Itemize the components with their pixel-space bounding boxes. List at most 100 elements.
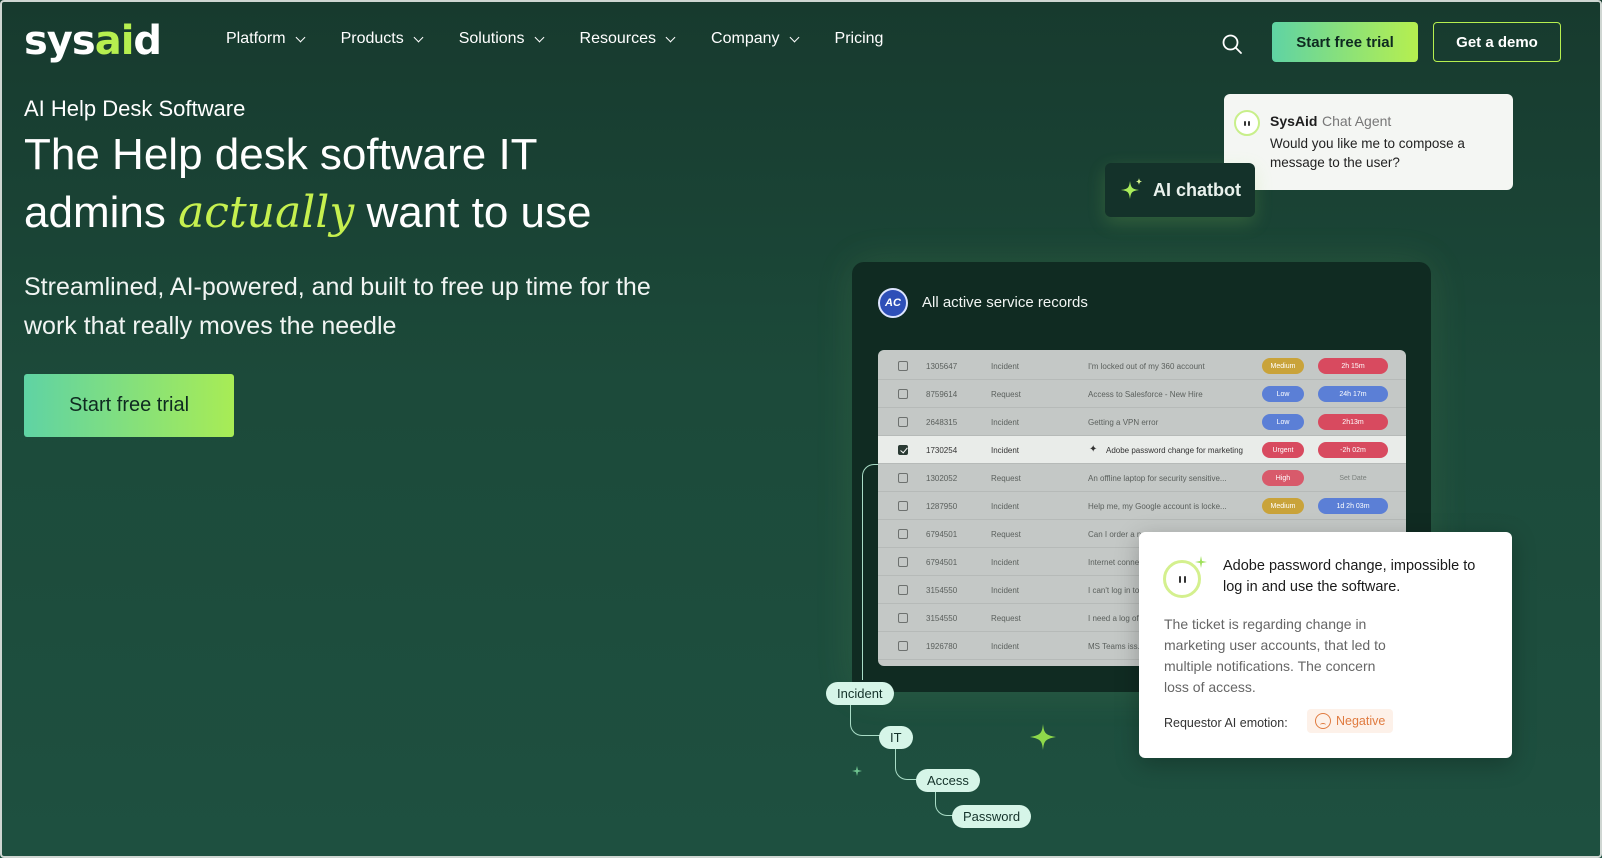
search-icon[interactable] bbox=[1221, 33, 1243, 55]
priority-badge: Low bbox=[1262, 386, 1304, 402]
sla-badge: 1d 2h 03m bbox=[1318, 498, 1388, 514]
menu-label: Resources bbox=[579, 30, 657, 47]
sad-face-icon bbox=[1315, 713, 1331, 729]
start-free-trial-nav-button[interactable]: Start free trial bbox=[1272, 22, 1418, 62]
menu-label: Pricing bbox=[834, 30, 884, 47]
row-id: 8759614 bbox=[926, 390, 958, 399]
row-type: Request bbox=[991, 474, 1021, 483]
row-checkbox[interactable] bbox=[898, 557, 908, 567]
emotion-label: Requestor AI emotion: bbox=[1164, 716, 1288, 730]
row-id: 6794501 bbox=[926, 530, 958, 539]
row-checkbox[interactable] bbox=[898, 641, 908, 651]
main-menu: Platform Products Solutions Resources Co… bbox=[226, 30, 920, 48]
row-id: 1305647 bbox=[926, 362, 958, 371]
ai-chatbot-chip: AI chatbot bbox=[1105, 163, 1255, 217]
emotion-value: Negative bbox=[1336, 714, 1386, 728]
headline-pre: admins bbox=[24, 188, 179, 237]
get-demo-button[interactable]: Get a demo bbox=[1433, 22, 1561, 62]
row-id: 3154550 bbox=[926, 586, 958, 595]
chat-agent-role: Chat Agent bbox=[1322, 113, 1392, 129]
row-checkbox[interactable] bbox=[898, 529, 908, 539]
tag-access[interactable]: Access bbox=[916, 769, 980, 792]
chat-message: Would you like me to compose a message t… bbox=[1270, 136, 1465, 170]
row-subject: I'm locked out of my 360 account bbox=[1088, 362, 1205, 371]
priority-badge: Urgent bbox=[1262, 442, 1304, 458]
row-type: Incident bbox=[991, 502, 1020, 511]
table-row[interactable]: 2648315 Incident Getting a VPN error Low 2h1… bbox=[878, 408, 1406, 436]
row-id: 1287950 bbox=[926, 502, 958, 511]
row-type: Incident bbox=[991, 642, 1020, 651]
row-subject: Adobe password change for marketing bbox=[1106, 446, 1243, 455]
menu-pricing[interactable]: Pricing bbox=[835, 30, 884, 48]
row-checkbox[interactable] bbox=[898, 445, 908, 455]
chevron-down-icon bbox=[295, 32, 306, 42]
headline-line2: admins actually want to use bbox=[24, 184, 724, 242]
bot-avatar bbox=[1234, 110, 1260, 136]
ticket-insight-card: Adobe password change, impossible to log… bbox=[1139, 532, 1512, 758]
priority-badge: Medium bbox=[1262, 498, 1304, 514]
row-id: 2648315 bbox=[926, 418, 958, 427]
tag-it[interactable]: IT bbox=[879, 726, 913, 749]
sparkle-icon bbox=[1030, 724, 1056, 750]
tree-connector bbox=[862, 464, 878, 680]
menu-label: Solutions bbox=[458, 30, 525, 47]
row-subject: Getting a VPN error bbox=[1088, 418, 1159, 427]
row-type: Request bbox=[991, 530, 1021, 539]
tag-incident[interactable]: Incident bbox=[826, 682, 894, 705]
sparkle-icon bbox=[1195, 556, 1207, 568]
row-id: 1730254 bbox=[926, 446, 958, 455]
sysaid-logo[interactable]: sysaid bbox=[24, 18, 162, 64]
priority-badge: High bbox=[1262, 470, 1304, 486]
row-checkbox[interactable] bbox=[898, 501, 908, 511]
headline-line1: The Help desk software IT bbox=[24, 130, 538, 179]
row-subject: Help me, my Google account is locke... bbox=[1088, 502, 1227, 511]
chevron-down-icon bbox=[665, 32, 676, 42]
sparkle-icon: ✦ bbox=[1089, 444, 1098, 455]
row-subject: An offline laptop for security sensitive… bbox=[1088, 474, 1227, 483]
hero-eyebrow: AI Help Desk Software bbox=[24, 96, 246, 121]
sla-badge: Set Date bbox=[1339, 474, 1367, 482]
menu-platform[interactable]: Platform bbox=[226, 30, 306, 48]
row-checkbox[interactable] bbox=[898, 613, 908, 623]
sparkle-icon bbox=[852, 766, 862, 776]
sparkle-icon bbox=[1121, 178, 1142, 199]
row-type: Incident bbox=[991, 362, 1020, 371]
row-checkbox[interactable] bbox=[898, 361, 908, 371]
row-checkbox[interactable] bbox=[898, 585, 908, 595]
top-nav: sysaid Platform Products Solutions Resou… bbox=[0, 0, 1602, 84]
sla-badge: 2h 15m bbox=[1318, 358, 1388, 374]
hero-headline: The Help desk software IT admins actuall… bbox=[24, 126, 724, 242]
sla-badge: 2h13m bbox=[1318, 414, 1388, 430]
ai-chip-label: AI chatbot bbox=[1153, 179, 1241, 200]
chevron-down-icon bbox=[534, 32, 544, 42]
menu-products[interactable]: Products bbox=[340, 30, 424, 48]
tag-password[interactable]: Password bbox=[952, 805, 1032, 828]
row-checkbox[interactable] bbox=[898, 417, 908, 427]
table-row[interactable]: 8759614 Request Access to Salesforce - New… bbox=[878, 380, 1406, 408]
table-row[interactable]: 1287950 Incident Help me, my Google accoun… bbox=[878, 492, 1406, 520]
table-row[interactable]: 1305647 Incident I'm locked out of my 360 … bbox=[878, 352, 1406, 380]
panel-title: All active service records bbox=[922, 294, 1088, 311]
chat-agent-name: SysAid bbox=[1270, 113, 1318, 129]
table-row[interactable]: 1302052 Request An offline laptop for secu… bbox=[878, 464, 1406, 492]
row-checkbox[interactable] bbox=[898, 389, 908, 399]
row-type: Incident bbox=[991, 558, 1020, 567]
menu-solutions[interactable]: Solutions bbox=[458, 30, 544, 48]
menu-label: Products bbox=[340, 30, 404, 47]
menu-company[interactable]: Company bbox=[711, 30, 799, 48]
chat-agent-bubble: SysAid Chat Agent Would you like me to c… bbox=[1224, 94, 1513, 190]
chevron-down-icon bbox=[413, 32, 424, 42]
menu-label: Company bbox=[711, 30, 780, 47]
row-id: 3154550 bbox=[926, 614, 958, 623]
table-row[interactable]: 1730254 Incident ✦ Adobe password change fo… bbox=[878, 436, 1406, 464]
row-checkbox[interactable] bbox=[898, 473, 908, 483]
start-free-trial-hero-button[interactable]: Start free trial bbox=[24, 374, 234, 437]
headline-post: want to use bbox=[354, 188, 592, 237]
emotion-badge: Negative bbox=[1307, 709, 1394, 733]
headline-accent: actually bbox=[178, 187, 355, 238]
tree-connector bbox=[895, 748, 917, 780]
menu-resources[interactable]: Resources bbox=[579, 30, 676, 48]
row-id: 1302052 bbox=[926, 474, 958, 483]
avatar: AC bbox=[878, 288, 908, 318]
insight-body: The ticket is regarding change in market… bbox=[1164, 616, 1386, 695]
